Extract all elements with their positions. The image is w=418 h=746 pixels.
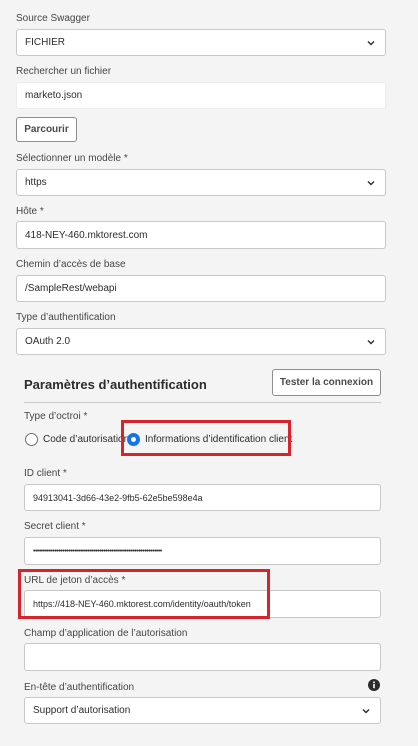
browse-button[interactable]: Parcourir <box>16 117 77 142</box>
grant-type-label: Type d’octroi * <box>24 411 88 422</box>
template-select[interactable]: https <box>16 169 386 196</box>
grant-auth-code-radio[interactable] <box>25 433 38 446</box>
auth-type-select[interactable]: OAuth 2.0 <box>16 328 386 355</box>
chevron-down-icon <box>367 180 375 185</box>
auth-header-select[interactable]: Support d’autorisation <box>24 697 381 724</box>
client-secret-input[interactable]: ••••••••••••••••••••••••••••••••••••••••… <box>24 537 381 565</box>
client-secret-value: ••••••••••••••••••••••••••••••••••••••••… <box>33 547 162 555</box>
host-value: 418-NEY-460.mktorest.com <box>25 229 148 241</box>
client-id-input[interactable]: 94913041-3d66-43e2-9fb5-62e5be598e4a <box>24 484 381 511</box>
source-swagger-value: FICHIER <box>25 37 65 48</box>
source-swagger-select[interactable]: FICHIER <box>16 29 386 56</box>
auth-params-title: Paramètres d’authentification <box>24 377 207 392</box>
client-secret-label: Secret client * <box>24 521 86 532</box>
chevron-down-icon <box>362 708 370 713</box>
base-path-input[interactable]: /SampleRest/webapi <box>16 275 386 302</box>
client-id-label: ID client * <box>24 468 67 479</box>
template-label: Sélectionner un modèle * <box>16 153 128 164</box>
scope-input[interactable] <box>24 643 381 671</box>
highlight-box-grant <box>121 420 291 456</box>
file-search-value: marketo.json <box>25 90 83 101</box>
chevron-down-icon <box>367 339 375 344</box>
info-icon[interactable] <box>368 679 380 691</box>
auth-type-label: Type d’authentification <box>16 312 116 323</box>
template-value: https <box>25 177 47 188</box>
test-connection-button[interactable]: Tester la connexion <box>272 369 381 396</box>
scope-label: Champ d’application de l’autorisation <box>24 628 188 639</box>
client-id-value: 94913041-3d66-43e2-9fb5-62e5be598e4a <box>33 492 203 503</box>
host-input[interactable]: 418-NEY-460.mktorest.com <box>16 221 386 249</box>
highlight-box-token-url <box>18 569 270 619</box>
connector-config-form: Source Swagger FICHIER Rechercher un fic… <box>0 0 418 746</box>
file-search-label: Rechercher un fichier <box>16 66 112 77</box>
source-swagger-label: Source Swagger <box>16 13 90 24</box>
auth-type-value: OAuth 2.0 <box>25 336 71 347</box>
base-path-value: /SampleRest/webapi <box>25 283 117 294</box>
grant-auth-code-label[interactable]: Code d’autorisation <box>43 434 129 445</box>
auth-header-value: Support d’autorisation <box>33 705 131 716</box>
section-divider <box>24 402 381 403</box>
chevron-down-icon <box>367 40 375 45</box>
auth-header-label: En-tête d’authentification <box>24 682 135 693</box>
base-path-label: Chemin d’accès de base <box>16 259 126 270</box>
file-search-input[interactable]: marketo.json <box>16 82 386 109</box>
host-label: Hôte * <box>16 206 44 217</box>
